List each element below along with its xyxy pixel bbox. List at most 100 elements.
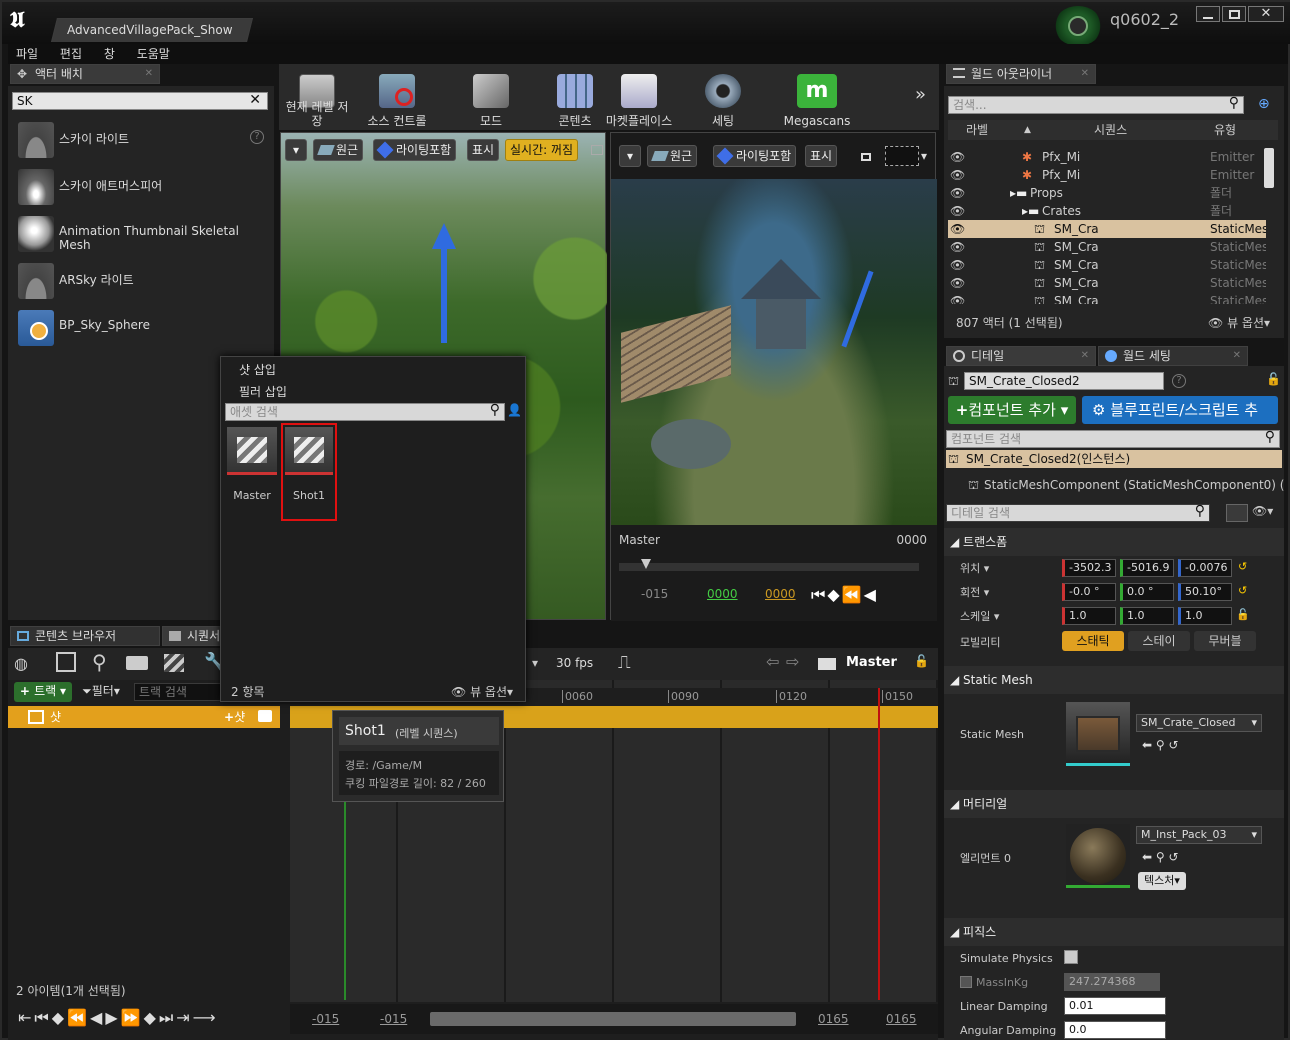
material-thumbnail[interactable]	[1066, 824, 1130, 888]
lock-scale-icon[interactable]: 🔓	[1236, 608, 1250, 621]
rotation-y[interactable]: 0.0 °	[1120, 583, 1174, 601]
outliner-search-input[interactable]: 검색... ⚲	[948, 95, 1244, 114]
show-button[interactable]: 표시	[467, 139, 500, 161]
list-item[interactable]: 스카이 애트머스피어	[8, 163, 274, 209]
help-icon[interactable]: ?	[1172, 374, 1186, 388]
scale-y[interactable]: 1.0	[1120, 607, 1174, 625]
tab-world-settings[interactable]: 월드 세팅 ✕	[1098, 346, 1248, 366]
source-control-status-icon[interactable]	[1054, 6, 1102, 46]
component-search-input[interactable]: 컴포넌트 검색 ⚲	[946, 429, 1280, 448]
list-item[interactable]: BP_Sky_Sphere	[8, 304, 274, 350]
list-item[interactable]: Animation Thumbnail Skeletal Mesh	[8, 210, 274, 256]
camera-icon[interactable]	[258, 710, 272, 722]
close-tab-icon[interactable]: ✕	[1081, 65, 1089, 83]
materials-section[interactable]: ◢ 머티리얼	[944, 790, 1284, 818]
reset-icon[interactable]: ↺	[1238, 584, 1247, 597]
outliner-row[interactable]: 👁 ▸▬ Crates 폴더	[948, 202, 1266, 220]
angular-damping-input[interactable]: 0.0	[1064, 1021, 1166, 1039]
search-icon[interactable]: ⚲	[1229, 95, 1239, 111]
megascans-button[interactable]: m Megascans	[781, 68, 853, 128]
chevron-down-icon[interactable]: ▾	[921, 149, 927, 163]
scale-z[interactable]: 1.0	[1178, 607, 1232, 625]
crate-thumbnail[interactable]	[1066, 702, 1130, 766]
outliner-row[interactable]: 👁 ⛫ SM_Cra StaticMes	[948, 274, 1266, 292]
filter-button[interactable]: ⏷필터▾	[76, 682, 126, 702]
component-instance-row[interactable]: ⛫ SM_Crate_Closed2(인스턴스)	[946, 450, 1282, 468]
add-shot-button[interactable]: +샷	[224, 708, 245, 725]
gizmo-arrow-icon[interactable]	[441, 243, 447, 343]
back-arrow-icon[interactable]: ⇦	[766, 652, 779, 671]
perspective-button[interactable]: 원근	[647, 145, 698, 167]
blueprint-script-button[interactable]: ⚙ 블루프린트/스크립트 추	[1082, 396, 1278, 424]
textures-button[interactable]: 텍스처▾	[1138, 872, 1186, 890]
location-x[interactable]: -3502.3	[1062, 559, 1116, 577]
toolbar-overflow-icon[interactable]: »	[915, 84, 926, 105]
range-scrollbar[interactable]	[430, 1012, 796, 1026]
lighting-button[interactable]: 라이팅포함	[713, 145, 797, 167]
reset-icon[interactable]: ↺	[1238, 560, 1247, 573]
sequence-breadcrumb[interactable]: Master	[846, 655, 897, 670]
use-selected-icon[interactable]: ⬅ ⚲ ↺	[1142, 738, 1179, 752]
unreal-logo-icon[interactable]: 𝖀	[10, 8, 34, 32]
add-track-button[interactable]: + 트랙 ▾	[14, 682, 72, 702]
outliner-row[interactable]: 👁 ✱ Pfx_Mi Emitter	[948, 148, 1266, 166]
mass-checkbox[interactable]	[960, 976, 972, 988]
show-button[interactable]: 표시	[805, 145, 838, 167]
outliner-row[interactable]: 👁 ▸▬ Props 폴더	[948, 184, 1266, 202]
forward-arrow-icon[interactable]: ⇨	[786, 652, 799, 671]
viewport-right[interactable]: ▾ 원근 라이팅포함 표시 ▾ Master 0000 -015 0000 00…	[610, 132, 937, 621]
menu-insert-shot[interactable]: 샷 삽입	[239, 361, 276, 378]
chevron-down-icon[interactable]: ▾	[532, 656, 538, 670]
visibility-eye-icon[interactable]: 👁	[950, 256, 965, 274]
search-icon[interactable]: ⚲	[1265, 429, 1275, 445]
sequence-scrubber[interactable]	[619, 563, 919, 571]
static-mesh-section[interactable]: ◢ Static Mesh	[944, 666, 1284, 694]
viewport-options-button[interactable]: ▾	[619, 145, 641, 167]
outliner-view-options[interactable]: 👁 뷰 옵션▾	[1208, 314, 1270, 331]
mass-input[interactable]: 247.274368	[1064, 973, 1160, 991]
playhead-icon[interactable]	[641, 559, 651, 569]
track-row[interactable]: 샷 +샷	[8, 706, 280, 728]
save-sequence-icon[interactable]	[56, 652, 76, 672]
scale-x[interactable]: 1.0	[1062, 607, 1116, 625]
search-icon[interactable]: ⚲	[1195, 503, 1205, 519]
visibility-eye-icon[interactable]: 👁	[950, 292, 965, 304]
close-tab-icon[interactable]: ✕	[1081, 347, 1089, 365]
help-icon[interactable]: ?	[250, 130, 264, 144]
perspective-button[interactable]: 원근	[313, 139, 364, 161]
component-row[interactable]: ⛫ StaticMeshComponent (StaticMeshCompone…	[946, 476, 1284, 494]
physics-section[interactable]: ◢ 피직스	[944, 918, 1284, 946]
material-dropdown[interactable]: M_Inst_Pack_03 ▾	[1136, 826, 1262, 844]
list-item[interactable]: 스카이 라이트 ?	[8, 116, 274, 162]
visibility-eye-icon[interactable]: 👁	[950, 238, 965, 256]
time-range-bar[interactable]: -015 -015 0165 0165	[290, 1004, 938, 1034]
rotation-z[interactable]: 50.10°	[1178, 583, 1232, 601]
visibility-eye-icon[interactable]: 👁	[950, 148, 965, 166]
outliner-row[interactable]: 👁 ✱ Pfx_Mi Emitter	[948, 166, 1266, 184]
modes-button[interactable]: 모드	[455, 68, 527, 128]
playback-controls[interactable]: ⏮◆⏪◀	[811, 585, 878, 605]
realtime-button[interactable]: 실시간: 꺼짐	[505, 139, 579, 161]
close-tab-icon[interactable]: ✕	[1233, 347, 1241, 365]
outliner-row[interactable]: 👁 ⛫ SM_Cra StaticMes	[948, 256, 1266, 274]
settings-button[interactable]: 세팅	[687, 68, 759, 128]
camera-icon[interactable]	[861, 153, 871, 161]
list-item[interactable]: ARSky 라이트	[8, 257, 274, 303]
clapper-icon[interactable]	[164, 654, 184, 672]
lock-icon[interactable]: 🔓	[914, 654, 929, 668]
add-folder-icon[interactable]: ⊕	[1258, 96, 1270, 112]
visibility-eye-icon[interactable]: 👁	[950, 274, 965, 292]
close-tab-icon[interactable]: ✕	[145, 65, 153, 83]
transform-section[interactable]: ◢ 트랜스폼	[944, 528, 1284, 556]
sort-icon[interactable]: ▲	[1024, 120, 1031, 140]
tab-details[interactable]: 디테일 ✕	[946, 346, 1096, 366]
asset-tile[interactable]: Master	[227, 427, 277, 505]
source-control-button[interactable]: 소스 컨트롤	[361, 68, 433, 128]
fps-selector[interactable]: 30 fps	[556, 656, 593, 670]
location-y[interactable]: -5016.9	[1120, 559, 1174, 577]
menu-insert-filler[interactable]: 필러 삽입	[239, 383, 287, 400]
actor-search-input[interactable]: SK ✕	[12, 92, 268, 110]
mobility-static-button[interactable]: 스태틱	[1062, 631, 1124, 651]
view-options-button[interactable]: 👁 뷰 옵션▾	[451, 683, 513, 700]
lighting-button[interactable]: 라이팅포함	[373, 139, 457, 161]
